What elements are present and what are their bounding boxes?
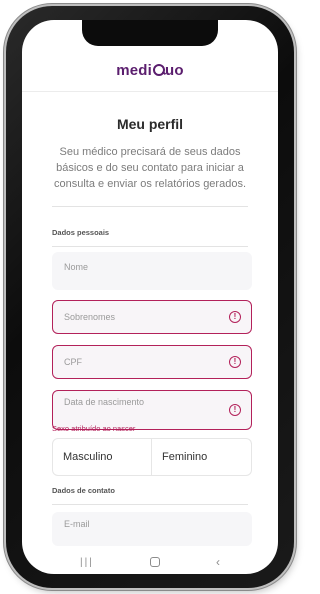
sex-option-feminino[interactable]: Feminino — [152, 438, 252, 476]
recents-icon[interactable]: ||| — [80, 557, 94, 568]
page-title: Meu perfil — [116, 116, 184, 132]
divider — [52, 246, 248, 247]
exclamation-circle-icon: ! — [229, 311, 241, 323]
email-placeholder: E-mail — [64, 519, 90, 529]
divider — [52, 206, 248, 207]
back-icon[interactable]: ‹ — [216, 555, 220, 569]
phone-frame: medi uo Meu perfil Seu médico precisará d… — [6, 6, 294, 588]
email-field[interactable]: E-mail — [52, 512, 252, 546]
cpf-placeholder: CPF — [64, 357, 82, 367]
birthdate-placeholder: Data de nascimento — [64, 397, 145, 407]
app-header: medi uo — [22, 50, 278, 92]
screen: medi uo Meu perfil Seu médico precisará d… — [22, 20, 278, 574]
exclamation-circle-icon: ! — [229, 356, 241, 368]
exclamation-circle-icon: ! — [229, 404, 241, 416]
surname-placeholder: Sobrenomes — [64, 312, 116, 322]
section-contact-label: Dados de contato — [52, 486, 115, 495]
name-placeholder: Nome — [64, 262, 89, 272]
mediquo-logo: medi uo — [116, 62, 184, 79]
logo-q-mark — [152, 64, 165, 76]
surname-field[interactable]: Sobrenomes ! — [52, 300, 252, 334]
home-icon[interactable] — [149, 557, 160, 567]
divider — [52, 504, 248, 505]
sex-option-masculino[interactable]: Masculino — [52, 438, 152, 476]
cpf-field[interactable]: CPF ! — [52, 345, 252, 379]
android-nav-bar: ||| ‹ — [22, 550, 278, 574]
notch — [82, 20, 218, 46]
section-personal-label: Dados pessoais — [52, 228, 110, 237]
name-field[interactable]: Nome — [52, 252, 252, 290]
sex-label: Sexo atribuído ao nascer — [52, 424, 136, 433]
page-subtitle: Seu médico precisará de seus dados básic… — [54, 146, 246, 190]
